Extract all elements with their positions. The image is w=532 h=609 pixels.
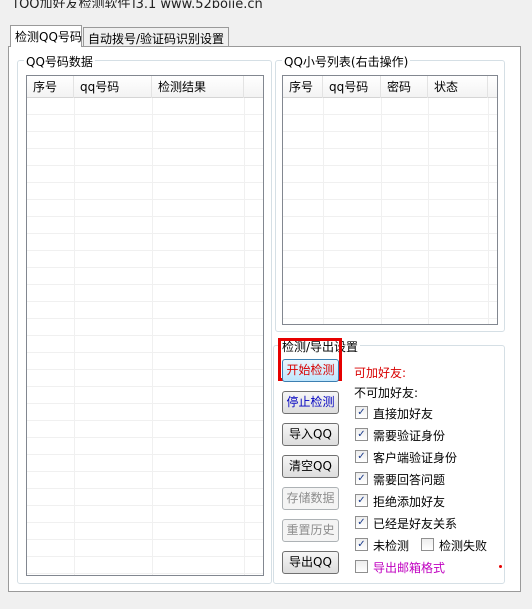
cannot-add-label: 不可加好友:	[354, 386, 419, 400]
col-account-status[interactable]: 状态	[428, 76, 488, 98]
start-check-button[interactable]: 开始检测	[282, 359, 339, 382]
col-qq-number[interactable]: qq号码	[74, 76, 152, 98]
can-add-label: 可加好友:	[354, 366, 407, 380]
window-title: [QQ加好友检测软件]3.1 www.52pojie.cn	[14, 0, 263, 8]
qq-account-rows	[283, 98, 497, 324]
checkbox-already-friend-label[interactable]: 已经是好友关系	[373, 515, 457, 532]
checkbox-refuse-add-label[interactable]: 拒绝添加好友	[373, 493, 445, 510]
checkbox-already-friend[interactable]: ✓	[355, 516, 368, 529]
export-qq-button[interactable]: 导出QQ	[282, 551, 339, 574]
checkbox-direct-add-label[interactable]: 直接加好友	[373, 405, 433, 422]
qq-data-header: 序号 qq号码 检测结果	[27, 76, 263, 98]
tab-check-qq[interactable]: 检测QQ号码	[10, 25, 82, 47]
col-index[interactable]: 序号	[27, 76, 74, 98]
qq-data-rows	[27, 98, 263, 575]
tab-page: QQ号码数据 序号 qq号码 检测结果 QQ小号列表(右击操作) 序号 qq号码…	[8, 46, 521, 592]
checkbox-answer-question[interactable]: ✓	[355, 472, 368, 485]
title-bar: [QQ加好友检测软件]3.1 www.52pojie.cn	[0, 0, 532, 8]
col-check-result[interactable]: 检测结果	[152, 76, 244, 98]
col-account-password[interactable]: 密码	[381, 76, 428, 98]
checkbox-direct-add[interactable]: ✓	[355, 406, 368, 419]
checkbox-refuse-add[interactable]: ✓	[355, 494, 368, 507]
checkbox-unchecked-label[interactable]: 未检测	[373, 537, 409, 554]
checkbox-email-format-label[interactable]: 导出邮箱格式	[373, 559, 445, 576]
checkbox-email-format[interactable]	[355, 560, 368, 573]
stop-check-button[interactable]: 停止检测	[282, 391, 339, 414]
qq-data-group: QQ号码数据 序号 qq号码 检测结果	[17, 53, 272, 584]
checkbox-need-verify[interactable]: ✓	[355, 428, 368, 441]
tab-dial-captcha-settings[interactable]: 自动拨号/验证码识别设置	[83, 27, 229, 47]
qq-account-header: 序号 qq号码 密码 状态	[283, 76, 497, 98]
qq-data-listview[interactable]: 序号 qq号码 检测结果	[26, 75, 264, 576]
col-account-qq[interactable]: qq号码	[323, 76, 381, 98]
clear-qq-button[interactable]: 清空QQ	[282, 455, 339, 478]
checkbox-need-verify-label[interactable]: 需要验证身份	[373, 427, 445, 444]
qq-account-listview[interactable]: 序号 qq号码 密码 状态	[282, 75, 498, 325]
reset-history-button[interactable]: 重置历史	[282, 519, 339, 542]
checkbox-client-verify[interactable]: ✓	[355, 450, 368, 463]
settings-group: 检测/导出设置 开始检测 停止检测 导入QQ 清空QQ 存储数据 重置历史 导出…	[273, 338, 505, 584]
qq-account-group: QQ小号列表(右击操作) 序号 qq号码 密码 状态	[275, 53, 505, 332]
checkbox-answer-question-label[interactable]: 需要回答问题	[373, 471, 445, 488]
import-qq-button[interactable]: 导入QQ	[282, 423, 339, 446]
qq-account-group-title: QQ小号列表(右击操作)	[282, 53, 411, 70]
checkbox-unchecked[interactable]: ✓	[355, 538, 368, 551]
checkbox-client-verify-label[interactable]: 客户端验证身份	[373, 449, 457, 466]
col-account-index[interactable]: 序号	[283, 76, 323, 98]
red-dot-marker	[499, 565, 502, 568]
checkbox-check-failed-label[interactable]: 检测失败	[439, 537, 487, 554]
checkbox-check-failed[interactable]	[421, 538, 434, 551]
save-data-button[interactable]: 存储数据	[282, 487, 339, 510]
qq-data-group-title: QQ号码数据	[24, 53, 95, 70]
